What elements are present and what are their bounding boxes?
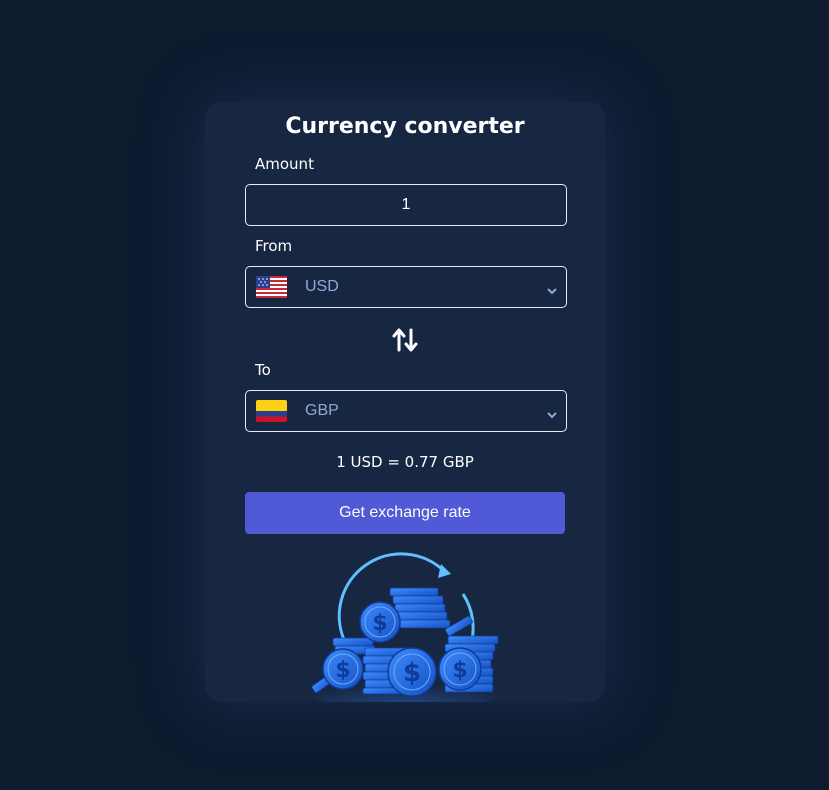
from-currency-value: USD bbox=[305, 278, 339, 295]
colombia-flag-icon bbox=[256, 400, 287, 422]
from-currency-select[interactable]: USD bbox=[245, 266, 567, 308]
exchange-rate-text: 1 USD = 0.77 GBP bbox=[336, 453, 474, 471]
amount-input[interactable] bbox=[245, 184, 567, 226]
to-label: To bbox=[255, 361, 271, 379]
svg-text:$: $ bbox=[335, 658, 350, 683]
page-title: Currency converter bbox=[285, 114, 525, 139]
svg-text:$: $ bbox=[403, 658, 421, 688]
us-flag-icon bbox=[256, 276, 287, 298]
amount-label: Amount bbox=[255, 155, 314, 173]
svg-text:$: $ bbox=[372, 611, 387, 636]
to-currency-select[interactable]: GBP bbox=[245, 390, 567, 432]
svg-text:$: $ bbox=[452, 658, 467, 683]
get-exchange-rate-button[interactable]: Get exchange rate bbox=[245, 492, 565, 534]
chevron-down-icon bbox=[546, 282, 558, 295]
converter-card: Currency converter Amount From bbox=[205, 102, 605, 710]
coins-exchange-illustration: $ $ $ $ bbox=[305, 552, 505, 710]
swap-arrows-icon[interactable] bbox=[392, 327, 418, 353]
chevron-down-icon bbox=[546, 406, 558, 419]
to-currency-value: GBP bbox=[305, 402, 339, 419]
from-label: From bbox=[255, 237, 293, 255]
